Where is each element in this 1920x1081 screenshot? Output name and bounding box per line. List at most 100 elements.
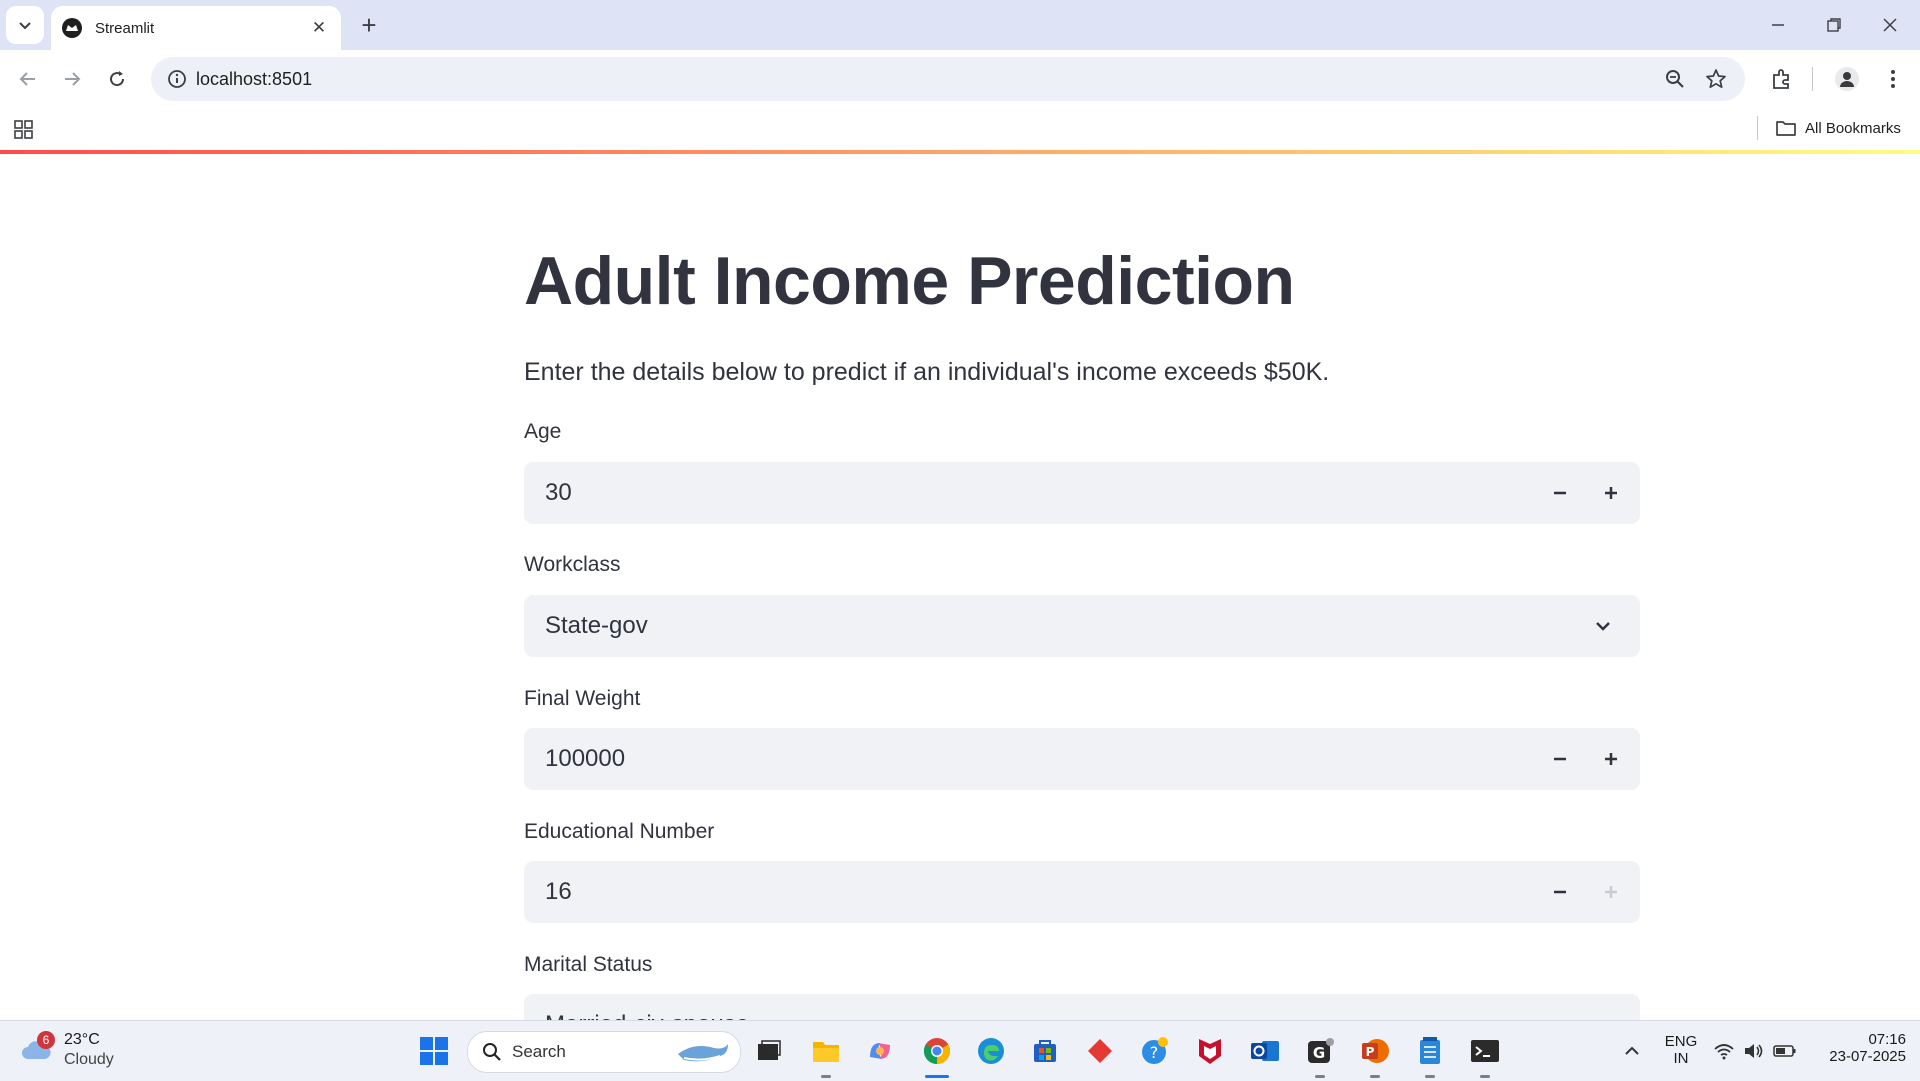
close-icon: [1883, 18, 1897, 32]
final-weight-label: Final Weight: [524, 687, 641, 710]
grammar-app-icon[interactable]: G: [1300, 1031, 1340, 1071]
browser-tab-active[interactable]: Streamlit ✕: [51, 6, 341, 50]
chevron-down-icon[interactable]: [1592, 615, 1614, 637]
file-explorer-running-indicator: [821, 1075, 831, 1078]
svg-text:P: P: [1366, 1045, 1375, 1059]
zoom-icon[interactable]: [1661, 65, 1689, 93]
language-indicator[interactable]: ENG IN: [1660, 1033, 1702, 1067]
taskbar-search-box[interactable]: Search: [467, 1031, 741, 1073]
final-weight-value[interactable]: 100000: [545, 745, 625, 773]
taskbar-search-label: Search: [512, 1042, 566, 1061]
outlook-icon[interactable]: [1245, 1031, 1285, 1071]
browser-menu-icon[interactable]: [1873, 59, 1913, 99]
workclass-label: Workclass: [524, 553, 621, 576]
svg-text:G: G: [1313, 1044, 1325, 1062]
final-weight-number-input[interactable]: 100000: [524, 728, 1640, 790]
site-info-icon[interactable]: [165, 67, 189, 91]
all-bookmarks-button[interactable]: All Bookmarks: [1775, 114, 1901, 142]
streamlit-favicon-icon: [62, 18, 82, 38]
red-diamond-app-icon[interactable]: [1080, 1031, 1120, 1071]
educational-number-label: Educational Number: [524, 820, 715, 843]
age-decrement-button[interactable]: [1535, 462, 1585, 524]
language-region: IN: [1673, 1050, 1689, 1067]
weather-temperature: 23°C: [64, 1031, 100, 1048]
volume-icon: [1745, 1044, 1763, 1058]
file-explorer-icon[interactable]: [806, 1031, 846, 1071]
toolbar-divider: [1812, 67, 1813, 91]
folder-icon: [1776, 121, 1796, 136]
weather-condition: Cloudy: [64, 1051, 114, 1068]
battery-icon: [1773, 1045, 1796, 1057]
url-text[interactable]: localhost:8501: [196, 69, 312, 90]
notepad-running-indicator: [1425, 1075, 1435, 1078]
start-button[interactable]: [414, 1031, 454, 1071]
bookmark-star-icon[interactable]: [1702, 65, 1730, 93]
windows-logo-icon: [420, 1037, 448, 1065]
extensions-icon[interactable]: [1762, 59, 1802, 99]
educational-number-input[interactable]: 16: [524, 861, 1640, 923]
tab-close-icon[interactable]: ✕: [305, 14, 333, 42]
grammar-app-running-indicator: [1315, 1075, 1325, 1078]
terminal-running-indicator: [1480, 1075, 1490, 1078]
powerpoint-running-indicator: [1370, 1075, 1380, 1078]
educational-number-value[interactable]: 16: [545, 878, 572, 906]
show-hidden-icons-chevron-up-icon[interactable]: [1612, 1031, 1652, 1071]
forward-button[interactable]: [52, 59, 92, 99]
plus-icon: [1605, 753, 1617, 765]
back-button[interactable]: [8, 59, 48, 99]
mcafee-icon[interactable]: [1190, 1031, 1230, 1071]
workclass-selected-value[interactable]: State-gov: [545, 612, 648, 640]
marital-status-label: Marital Status: [524, 953, 653, 976]
apps-grid-icon[interactable]: [12, 117, 36, 141]
notepad-icon[interactable]: [1410, 1031, 1450, 1071]
workclass-select[interactable]: State-gov: [524, 595, 1640, 657]
restore-icon: [1827, 18, 1841, 32]
reload-button[interactable]: [97, 59, 137, 99]
arrow-left-icon: [19, 72, 35, 86]
clock-date: 23-07-2025: [1829, 1048, 1906, 1065]
windows-taskbar: 6 23°C Cloudy Search ? G P ENG IN 07:16 …: [0, 1020, 1920, 1081]
arrow-right-icon: [65, 72, 81, 86]
edge-icon[interactable]: [971, 1031, 1011, 1071]
system-tray-status[interactable]: [1710, 1031, 1800, 1071]
marital-status-select[interactable]: Married-civ-spouse: [524, 994, 1640, 1020]
search-highlight-whale-icon: [678, 1044, 728, 1062]
chrome-icon[interactable]: [917, 1031, 957, 1071]
clock[interactable]: 07:16 23-07-2025: [1810, 1031, 1906, 1065]
minimize-icon: [1772, 24, 1784, 26]
bookmarks-divider: [1757, 116, 1758, 140]
app-content: Adult Income Prediction Enter the detail…: [0, 154, 1920, 1020]
weather-widget[interactable]: 6 23°C Cloudy: [20, 1029, 140, 1073]
terminal-icon[interactable]: [1465, 1031, 1505, 1071]
all-bookmarks-label: All Bookmarks: [1805, 119, 1901, 137]
chevron-down-icon: [19, 22, 31, 30]
minimize-button[interactable]: [1750, 0, 1806, 50]
copilot-icon[interactable]: [860, 1031, 900, 1071]
close-window-button[interactable]: [1862, 0, 1918, 50]
wifi-icon: [1714, 1044, 1734, 1060]
educational-number-decrement-button[interactable]: [1535, 861, 1585, 923]
microsoft-store-icon[interactable]: [1025, 1031, 1065, 1071]
final-weight-increment-button[interactable]: [1586, 728, 1636, 790]
reload-icon: [110, 71, 125, 87]
age-value[interactable]: 30: [545, 479, 572, 507]
marital-status-selected-value[interactable]: Married-civ-spouse: [545, 1011, 749, 1020]
help-app-icon[interactable]: ?: [1135, 1031, 1175, 1071]
powerpoint-icon[interactable]: P: [1355, 1031, 1395, 1071]
profile-avatar[interactable]: [1827, 59, 1867, 99]
plus-icon: [1605, 886, 1617, 898]
tab-search-button[interactable]: [6, 6, 44, 44]
minus-icon: [1554, 491, 1566, 495]
age-number-input[interactable]: 30: [524, 462, 1640, 524]
weather-notification-badge: 6: [37, 1031, 55, 1049]
restore-button[interactable]: [1806, 0, 1862, 50]
new-tab-button[interactable]: +: [352, 8, 386, 42]
age-increment-button[interactable]: [1586, 462, 1636, 524]
address-bar[interactable]: localhost:8501: [151, 57, 1745, 101]
minus-icon: [1554, 890, 1566, 894]
task-view-icon[interactable]: [749, 1031, 789, 1071]
search-icon: [483, 1043, 501, 1061]
page-title: Adult Income Prediction: [524, 243, 1295, 319]
final-weight-decrement-button[interactable]: [1535, 728, 1585, 790]
plus-icon: [1605, 487, 1617, 499]
